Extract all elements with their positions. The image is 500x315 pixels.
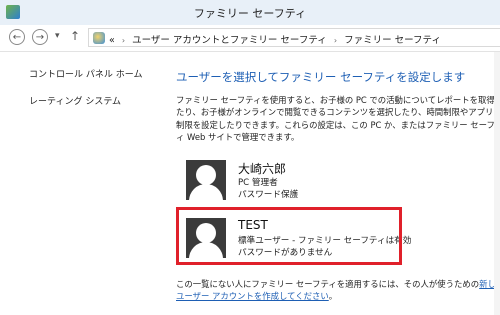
navigation-bar: ← → ▾ ↑ « › ユーザー アカウントとファミリー セーフティ › ファミ… xyxy=(0,25,500,52)
user-avatar-icon xyxy=(186,160,226,200)
back-button[interactable]: ← xyxy=(9,29,25,45)
scrollbar[interactable] xyxy=(494,52,500,315)
window-title: ファミリー セーフティ xyxy=(193,7,307,20)
user-role: PC 管理者 xyxy=(238,178,278,188)
recent-locations-chevron-icon[interactable]: ▾ xyxy=(55,31,60,41)
address-bar[interactable]: « › ユーザー アカウントとファミリー セーフティ › ファミリー セーフティ xyxy=(88,28,500,47)
breadcrumb: « › ユーザー アカウントとファミリー セーフティ › ファミリー セーフティ xyxy=(109,32,441,46)
title-bar: ファミリー セーフティ xyxy=(0,0,500,26)
up-button[interactable]: ↑ xyxy=(70,29,80,43)
breadcrumb-overflow[interactable]: « xyxy=(109,35,115,46)
breadcrumb-user-accounts[interactable]: ユーザー アカウントとファミリー セーフティ xyxy=(132,35,327,46)
breadcrumb-family-safety[interactable]: ファミリー セーフティ xyxy=(344,35,441,46)
footer-note: この一覧にない人にファミリー セーフティを適用するには、その人が使うための新しい… xyxy=(176,278,500,303)
sidebar-item-control-panel-home[interactable]: コントロール パネル ホーム xyxy=(29,67,142,80)
folder-location-icon xyxy=(93,32,105,44)
footer-end: 。 xyxy=(328,291,338,302)
breadcrumb-separator-icon: › xyxy=(121,36,126,45)
breadcrumb-separator-icon: › xyxy=(333,36,338,45)
user-password-status: パスワード保護 xyxy=(238,190,299,200)
selection-highlight-box xyxy=(176,207,402,265)
footer-text: この一覧にない人にファミリー セーフティを適用するには、その人が使うための xyxy=(176,279,480,289)
user-tile-osaki[interactable]: 大崎六郎 PC 管理者 パスワード保護 xyxy=(186,160,486,208)
sidebar-item-rating-systems[interactable]: レーティング システム xyxy=(29,94,121,107)
user-name: 大崎六郎 xyxy=(238,162,287,176)
page-description: ファミリー セーフティを使用すると、お子様の PC での活動についてレポートを取… xyxy=(176,95,500,143)
forward-button[interactable]: → xyxy=(32,29,48,45)
page-title: ユーザーを選択してファミリー セーフティを設定します xyxy=(176,70,466,84)
